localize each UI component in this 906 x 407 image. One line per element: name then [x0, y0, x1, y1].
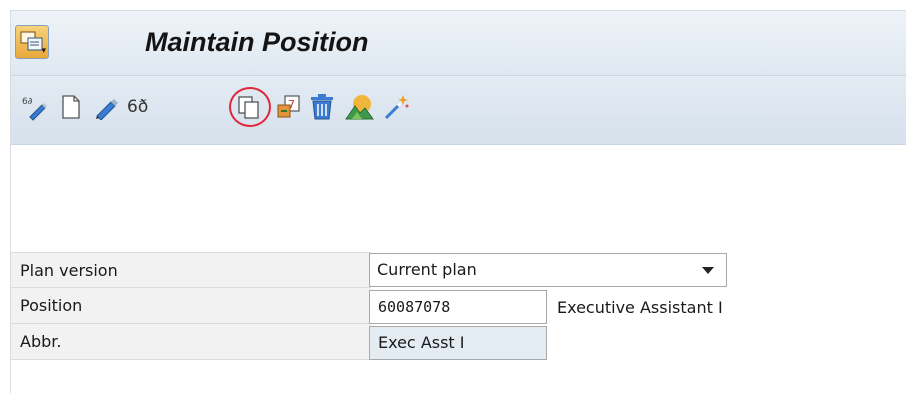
display-icon[interactable]: 6ð: [126, 92, 156, 122]
menu-button[interactable]: ▾: [15, 25, 49, 59]
torn-edge: [10, 393, 906, 407]
page-title: Maintain Position: [145, 27, 369, 57]
highlight-circle: [229, 87, 271, 127]
abbreviation-field: Exec Asst I: [369, 326, 547, 360]
overview-icon[interactable]: [344, 92, 374, 122]
edit-icon[interactable]: 6∂: [21, 92, 51, 122]
position-label: Position: [11, 288, 371, 324]
position-description: Executive Assistant I: [557, 298, 723, 317]
delete-icon[interactable]: [307, 92, 337, 122]
plan-version-row: Plan version Current plan: [11, 252, 906, 292]
delimit-icon[interactable]: 7: [274, 92, 304, 122]
change-icon[interactable]: [91, 92, 121, 122]
abbreviation-row: Abbr. Exec Asst I: [11, 324, 906, 364]
plan-version-value: Current plan: [377, 260, 477, 279]
plan-version-label: Plan version: [11, 252, 371, 288]
plan-version-dropdown[interactable]: Current plan: [369, 253, 727, 287]
position-input[interactable]: 60087078: [369, 290, 547, 324]
position-row: Position 60087078 Executive Assistant I: [11, 288, 906, 328]
wizard-icon[interactable]: [381, 92, 411, 122]
abbreviation-label: Abbr.: [11, 324, 371, 360]
title-bar: ▾ Maintain Position: [11, 11, 906, 76]
application-toolbar: 6∂ 6ð 7: [11, 76, 906, 145]
new-icon[interactable]: [56, 92, 86, 122]
chevron-down-icon: ▾: [41, 46, 46, 56]
sap-window: ▾ Maintain Position 6∂ 6ð 7 Plan version…: [10, 10, 906, 393]
svg-text:6ð: 6ð: [127, 97, 148, 117]
svg-text:6∂: 6∂: [22, 97, 33, 107]
chevron-down-icon[interactable]: [702, 267, 714, 274]
